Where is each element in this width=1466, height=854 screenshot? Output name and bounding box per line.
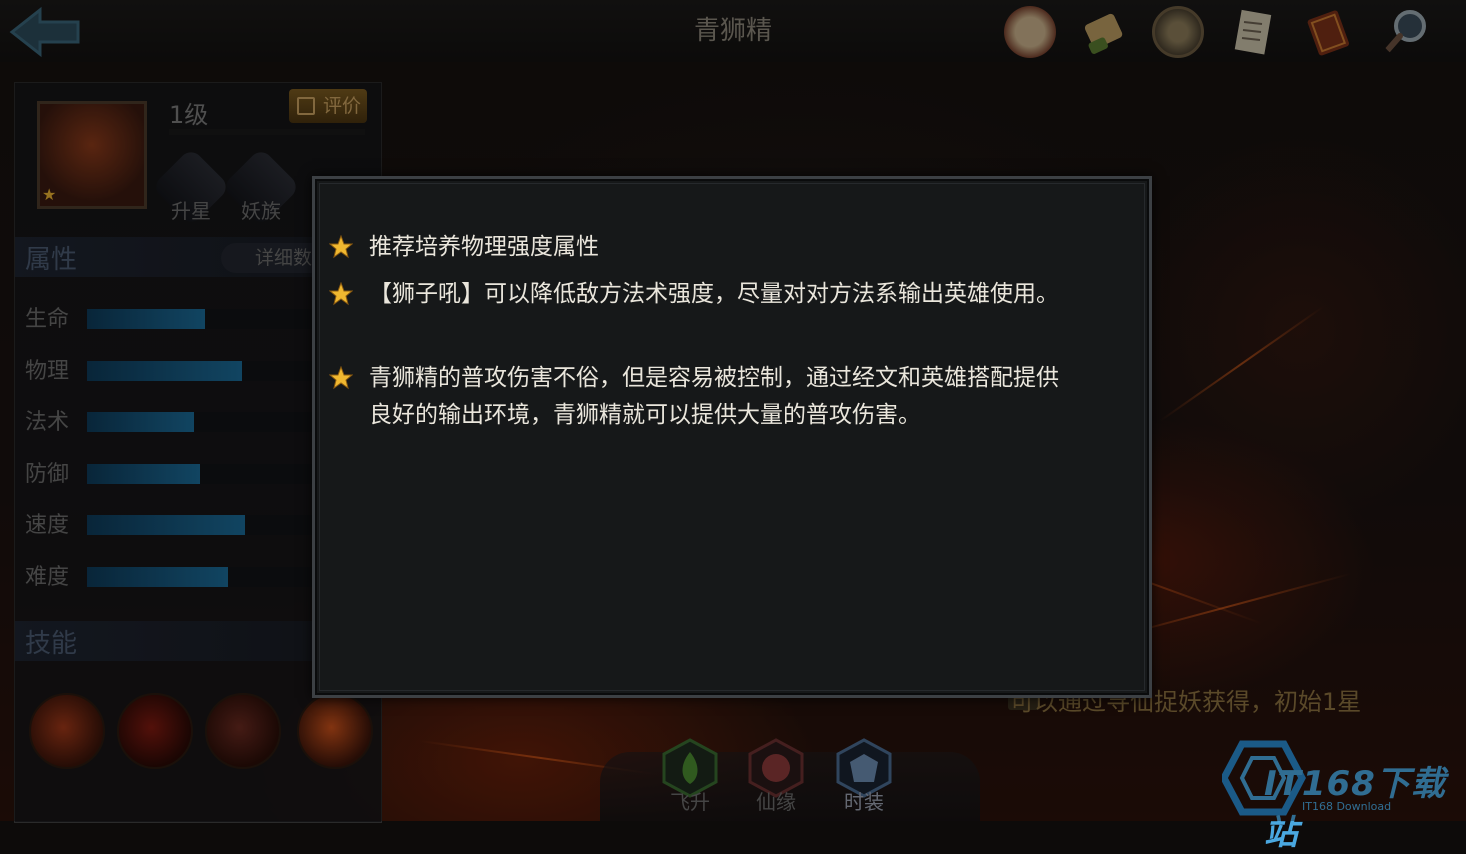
star-bullet-icon — [329, 282, 353, 306]
star-bullet-icon — [329, 235, 353, 259]
tip-text: 推荐培养物理强度属性 — [369, 234, 599, 260]
hero-tips-dialog: 推荐培养物理强度属性 【狮子吼】可以降低敌方法术强度，尽量对对方法系输出英雄使用… — [312, 176, 1152, 698]
tip-item: 青狮精的普攻伤害不俗，但是容易被控制，通过经文和英雄搭配提供良好的输出环境，青狮… — [329, 360, 1067, 434]
tip-item: 推荐培养物理强度属性 — [329, 229, 1067, 266]
tip-text: 青狮精的普攻伤害不俗，但是容易被控制，通过经文和英雄搭配提供良好的输出环境，青狮… — [369, 365, 1059, 428]
tip-text: 【狮子吼】可以降低敌方法术强度，尽量对对方法系输出英雄使用。 — [369, 281, 1059, 307]
star-bullet-icon — [329, 366, 353, 390]
tip-item: 【狮子吼】可以降低敌方法术强度，尽量对对方法系输出英雄使用。 — [329, 276, 1067, 313]
